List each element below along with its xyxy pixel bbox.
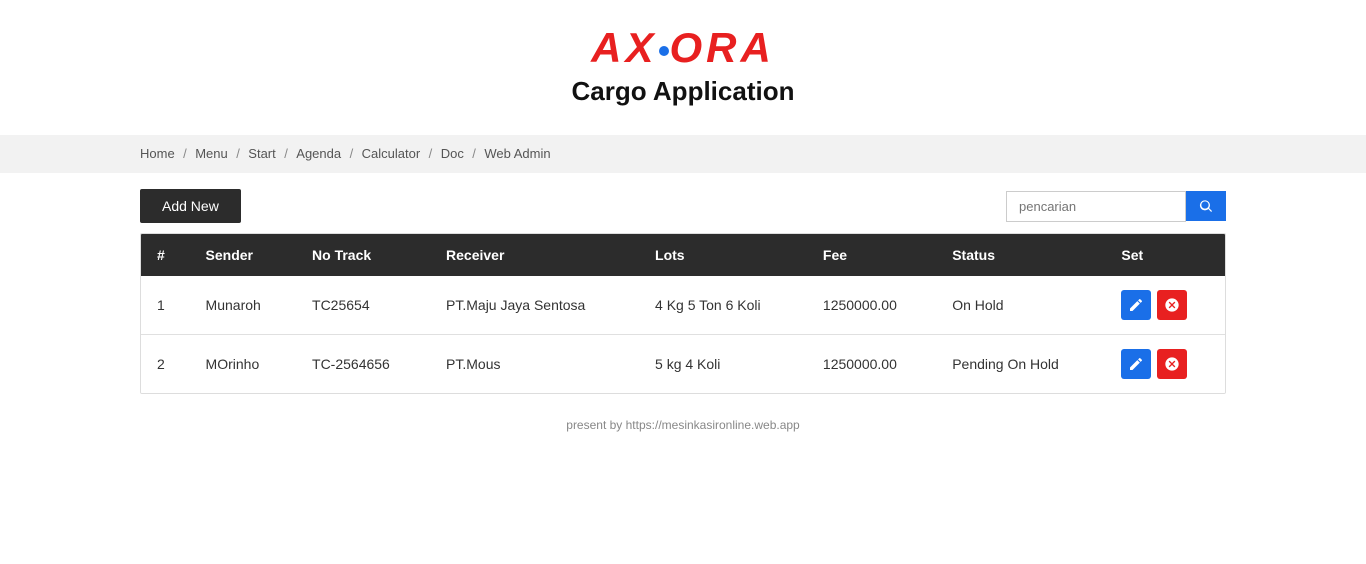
edit-icon xyxy=(1128,356,1144,372)
footer: present by https://mesinkasironline.web.… xyxy=(0,394,1366,442)
breadcrumb-calculator[interactable]: Calculator xyxy=(362,146,421,161)
search-button[interactable] xyxy=(1186,191,1226,221)
row1-receiver: PT.Maju Jaya Sentosa xyxy=(430,276,639,335)
col-header-id: # xyxy=(141,234,190,276)
col-header-set: Set xyxy=(1105,234,1225,276)
cargo-table: # Sender No Track Receiver Lots Fee Stat… xyxy=(141,234,1225,393)
row2-status: Pending On Hold xyxy=(936,335,1105,394)
row1-delete-button[interactable] xyxy=(1157,290,1187,320)
row1-actions xyxy=(1105,276,1225,335)
row2-lots: 5 kg 4 Koli xyxy=(639,335,807,394)
logo: AXORA xyxy=(591,24,775,72)
col-header-notrack: No Track xyxy=(296,234,430,276)
sep-4: / xyxy=(350,146,354,161)
row2-fee: 1250000.00 xyxy=(807,335,936,394)
sep-6: / xyxy=(472,146,476,161)
data-table-container: # Sender No Track Receiver Lots Fee Stat… xyxy=(140,233,1226,394)
close-icon xyxy=(1164,356,1180,372)
row2-notrack: TC-2564656 xyxy=(296,335,430,394)
row2-sender: MOrinho xyxy=(190,335,296,394)
breadcrumb-webadmin: Web Admin xyxy=(484,146,550,161)
sep-1: / xyxy=(183,146,187,161)
row1-sender: Munaroh xyxy=(190,276,296,335)
toolbar: Add New xyxy=(0,173,1366,233)
search-icon xyxy=(1198,198,1214,214)
row1-fee: 1250000.00 xyxy=(807,276,936,335)
search-input[interactable] xyxy=(1006,191,1186,222)
row1-lots: 4 Kg 5 Ton 6 Koli xyxy=(639,276,807,335)
col-header-receiver: Receiver xyxy=(430,234,639,276)
footer-text: present by https://mesinkasironline.web.… xyxy=(566,418,799,432)
col-header-sender: Sender xyxy=(190,234,296,276)
table-row: 1 Munaroh TC25654 PT.Maju Jaya Sentosa 4… xyxy=(141,276,1225,335)
table-body: 1 Munaroh TC25654 PT.Maju Jaya Sentosa 4… xyxy=(141,276,1225,393)
table-row: 2 MOrinho TC-2564656 PT.Mous 5 kg 4 Koli… xyxy=(141,335,1225,394)
breadcrumb-doc[interactable]: Doc xyxy=(441,146,464,161)
row2-delete-button[interactable] xyxy=(1157,349,1187,379)
breadcrumb-agenda[interactable]: Agenda xyxy=(296,146,341,161)
col-header-fee: Fee xyxy=(807,234,936,276)
sep-3: / xyxy=(284,146,288,161)
row1-id: 1 xyxy=(141,276,190,335)
breadcrumb-menu[interactable]: Menu xyxy=(195,146,228,161)
sep-5: / xyxy=(429,146,433,161)
col-header-status: Status xyxy=(936,234,1105,276)
breadcrumb: Home / Menu / Start / Agenda / Calculato… xyxy=(0,135,1366,173)
row1-status: On Hold xyxy=(936,276,1105,335)
close-icon xyxy=(1164,297,1180,313)
row1-notrack: TC25654 xyxy=(296,276,430,335)
app-title: Cargo Application xyxy=(0,76,1366,107)
sep-2: / xyxy=(236,146,240,161)
row2-edit-button[interactable] xyxy=(1121,349,1151,379)
row2-actions xyxy=(1105,335,1225,394)
row2-receiver: PT.Mous xyxy=(430,335,639,394)
row2-id: 2 xyxy=(141,335,190,394)
table-header: # Sender No Track Receiver Lots Fee Stat… xyxy=(141,234,1225,276)
row1-edit-button[interactable] xyxy=(1121,290,1151,320)
search-area xyxy=(1006,191,1226,222)
breadcrumb-start[interactable]: Start xyxy=(248,146,275,161)
header: AXORA Cargo Application xyxy=(0,0,1366,117)
col-header-lots: Lots xyxy=(639,234,807,276)
breadcrumb-home[interactable]: Home xyxy=(140,146,175,161)
edit-icon xyxy=(1128,297,1144,313)
add-new-button[interactable]: Add New xyxy=(140,189,241,223)
